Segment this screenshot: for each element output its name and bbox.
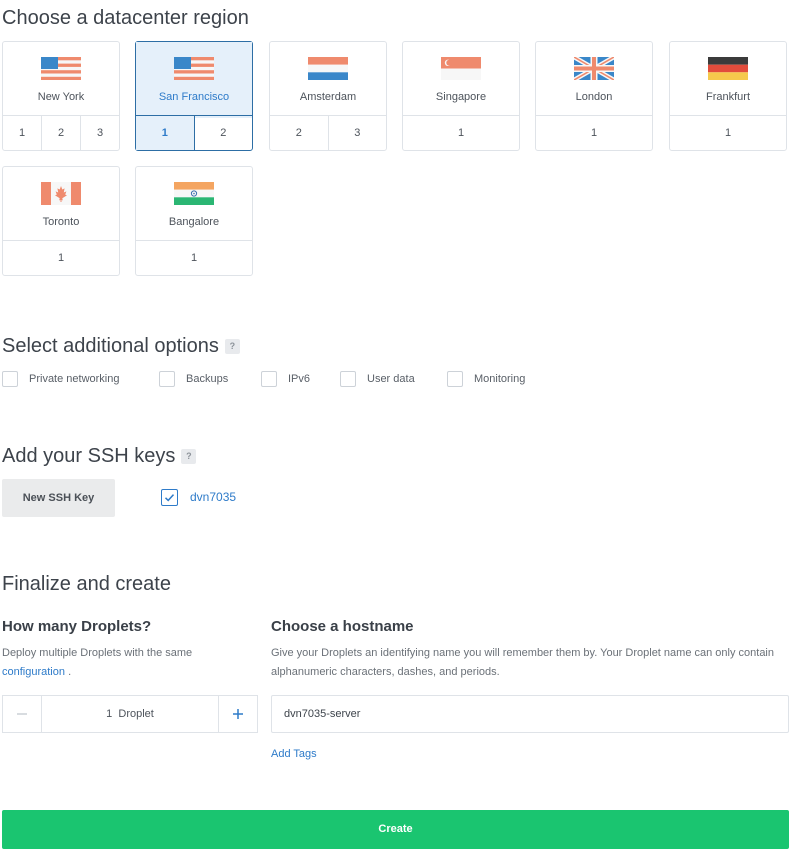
plus-icon [233, 709, 243, 719]
hostname-input[interactable] [271, 695, 789, 733]
datacenter-option[interactable]: 1 [536, 116, 652, 150]
datacenter-number-row: 12 [136, 115, 252, 150]
option-monitoring[interactable]: Monitoring [447, 369, 525, 389]
usa-flag-icon [41, 57, 81, 80]
option-label: Private networking [29, 373, 120, 385]
ssh-key-checkbox[interactable] [161, 489, 178, 506]
increment-button[interactable] [218, 696, 257, 732]
options-title-text: Select additional options [2, 335, 219, 357]
option-label: Monitoring [474, 373, 526, 385]
checkbox[interactable] [159, 371, 175, 387]
ssh-help-icon[interactable]: ? [181, 449, 197, 464]
datacenter-option[interactable]: 3 [327, 116, 387, 150]
create-button[interactable]: Create [2, 810, 789, 849]
canada-flag-icon [41, 182, 81, 205]
region-header[interactable]: Amsterdam [270, 42, 386, 118]
germany-flag-icon [708, 57, 748, 80]
datacenter-number-row: 1 [136, 240, 252, 275]
region-card-frankfurt[interactable]: Frankfurt 1 [669, 41, 787, 151]
region-name: Singapore [435, 91, 487, 103]
option-label: User data [367, 373, 415, 385]
region-header[interactable]: Frankfurt [670, 42, 786, 118]
datacenter-option[interactable]: 1 [403, 116, 519, 150]
datacenter-title: Choose a datacenter region [2, 7, 249, 29]
region-name: London [575, 91, 613, 103]
droplets-heading: How many Droplets? [2, 618, 152, 635]
region-name: Frankfurt [705, 91, 750, 103]
datacenter-option[interactable]: 2 [193, 116, 253, 150]
option-label: IPv6 [288, 373, 311, 385]
datacenter-number-row: 123 [3, 115, 119, 150]
region-card-london[interactable]: London 1 [535, 41, 653, 151]
datacenter-number-row: 23 [270, 115, 386, 150]
datacenter-option[interactable]: 1 [136, 116, 194, 150]
region-card-bangalore[interactable]: Bangalore 1 [135, 166, 253, 276]
region-card-san-francisco[interactable]: San Francisco 1 2 [135, 41, 253, 151]
datacenter-number-row: 1 [403, 115, 519, 150]
checkbox[interactable] [447, 371, 463, 387]
datacenter-option[interactable]: 2 [41, 116, 80, 150]
region-header[interactable]: London [536, 42, 652, 118]
configuration-link[interactable]: configuration [2, 666, 65, 678]
ssh-title-text: Add your SSH keys [2, 445, 176, 467]
checkbox[interactable] [340, 371, 356, 387]
datacenter-option[interactable]: 1 [670, 116, 786, 150]
options-help-icon[interactable]: ? [224, 339, 240, 354]
droplets-description: Deploy multiple Droplets with the same co… [2, 644, 252, 682]
checkmark-icon [164, 494, 175, 502]
option-user-data[interactable]: User data [340, 369, 415, 389]
option-backups[interactable]: Backups [159, 369, 228, 389]
datacenter-option[interactable]: 1 [136, 241, 252, 275]
region-name: Bangalore [168, 216, 220, 228]
netherlands-flag-icon [308, 57, 348, 80]
region-header[interactable]: Bangalore [136, 167, 252, 243]
datacenter-option[interactable]: 3 [80, 116, 119, 150]
option-private-networking[interactable]: Private networking [2, 369, 120, 389]
hostname-heading: Choose a hostname [271, 618, 414, 635]
region-card-singapore[interactable]: Singapore 1 [402, 41, 520, 151]
usa-flag-icon [174, 57, 214, 80]
datacenter-number-row: 1 [536, 115, 652, 150]
region-header[interactable]: Toronto [3, 167, 119, 243]
region-header[interactable]: New York [3, 42, 119, 118]
datacenter-option[interactable]: 2 [270, 116, 328, 150]
datacenter-option[interactable]: 1 [3, 241, 119, 275]
region-card-amsterdam[interactable]: Amsterdam 2 3 [269, 41, 387, 151]
ssh-title: Add your SSH keys? [2, 445, 197, 468]
finalize-title: Finalize and create [2, 573, 171, 595]
region-header[interactable]: Singapore [403, 42, 519, 118]
india-flag-icon [174, 182, 214, 205]
new-ssh-key-button[interactable]: New SSH Key [2, 479, 115, 517]
add-tags-link[interactable]: Add Tags [271, 748, 317, 760]
hostname-description: Give your Droplets an identifying name y… [271, 647, 774, 678]
droplet-count-stepper: 1 Droplet [2, 695, 258, 733]
region-header[interactable]: San Francisco [136, 42, 252, 118]
region-name: Amsterdam [299, 91, 357, 103]
checkbox[interactable] [2, 371, 18, 387]
datacenter-option[interactable]: 1 [3, 116, 41, 150]
region-card-new-york[interactable]: New York 1 2 3 [2, 41, 120, 151]
options-title: Select additional options? [2, 335, 240, 358]
ssh-key-name[interactable]: dvn7035 [190, 490, 236, 504]
region-name: New York [37, 91, 85, 103]
option-label: Backups [186, 373, 229, 385]
droplet-count: 1 Droplet [106, 708, 154, 720]
minus-icon [17, 713, 27, 715]
singapore-flag-icon [441, 57, 481, 80]
decrement-button[interactable] [3, 696, 42, 732]
datacenter-number-row: 1 [670, 115, 786, 150]
region-name: Toronto [42, 216, 80, 228]
droplets-desc-text: Deploy multiple Droplets with the same [2, 647, 193, 659]
region-name: San Francisco [158, 91, 230, 103]
uk-flag-icon [574, 57, 614, 80]
datacenter-number-row: 1 [3, 240, 119, 275]
option-ipv6[interactable]: IPv6 [261, 369, 310, 389]
checkbox[interactable] [261, 371, 277, 387]
region-card-toronto[interactable]: Toronto 1 [2, 166, 120, 276]
droplets-desc-end: . [68, 666, 72, 678]
